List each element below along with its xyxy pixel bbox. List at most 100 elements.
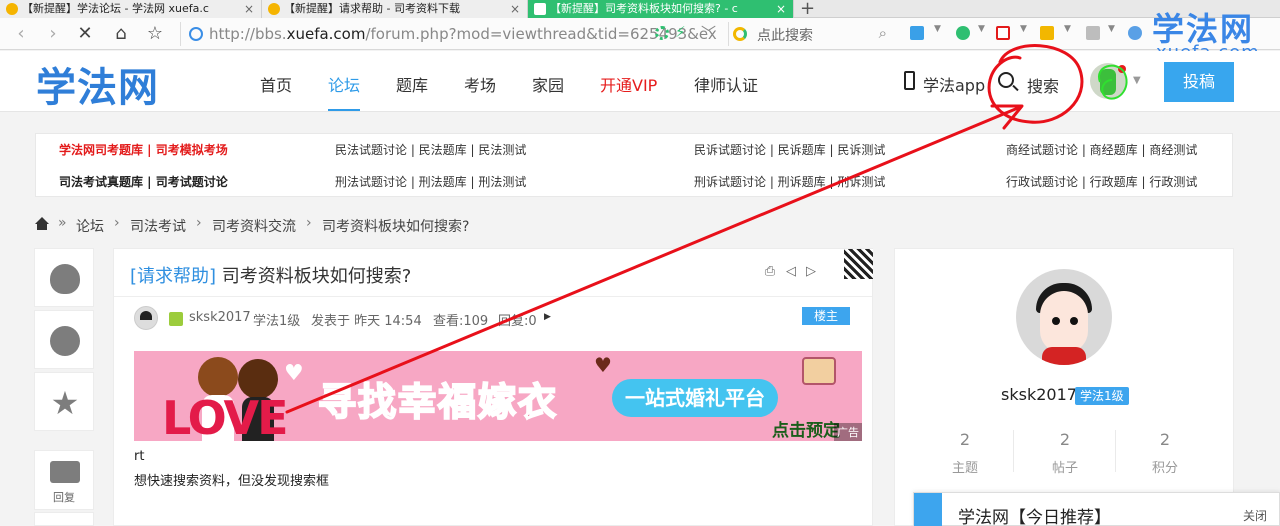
breadcrumb-forum[interactable]: 论坛 (76, 216, 104, 236)
link-administrative-law[interactable]: 行政试题讨论 | 行政题库 | 行政测试 (1006, 173, 1197, 190)
next-thread-icon[interactable]: ▷ (804, 265, 818, 279)
author-avatar[interactable] (134, 306, 158, 330)
chevron-down-icon[interactable]: ▼ (1020, 24, 1027, 34)
breadcrumb-separator: › (196, 215, 202, 231)
site-header: 学法网 首页 论坛 题库 考场 家园 开通VIP 律师认证 学法app 搜索 ▼… (0, 51, 1280, 112)
browser-tab-3[interactable]: 【新提醒】司考资料板块如何搜索? - c × (528, 0, 794, 18)
chevron-down-icon[interactable]: ▼ (978, 24, 985, 34)
reply-count: 回复:0 (498, 314, 537, 329)
nav-exam-room[interactable]: 考场 (464, 72, 496, 96)
ad-slogan: 寻找幸福嫁衣 (317, 379, 559, 425)
lightning-icon[interactable]: ⚡ (675, 23, 686, 41)
post-title-text: 司考资料板块如何搜索? (221, 266, 412, 287)
tab-label: 【新提醒】请求帮助 - 司考资料下载 (284, 2, 460, 15)
recommend-stripe (914, 493, 942, 526)
nav-community[interactable]: 家园 (532, 72, 564, 96)
link-exam-bank[interactable]: 学法网司考题库 | 司考模拟考场 (59, 141, 228, 158)
close-tab-icon[interactable]: × (244, 0, 254, 18)
browser-tab-1[interactable]: 【新提醒】学法论坛 - 学法网 xuefa.c × (0, 0, 262, 18)
browser-search-box[interactable]: 点此搜索 ⌕ (728, 22, 893, 46)
tools-icon[interactable] (1040, 26, 1054, 40)
forward-icon[interactable]: › (42, 23, 64, 45)
profile-avatar[interactable] (1016, 269, 1112, 365)
share-moments[interactable] (34, 310, 94, 369)
reply-label: 回复 (53, 491, 75, 504)
share-favorite[interactable]: ★ (34, 372, 94, 431)
link-real-exam[interactable]: 司法考试真题库 | 司考试题讨论 (59, 173, 228, 190)
stat-posts-label: 帖子 (1051, 461, 1078, 476)
url-text[interactable]: http://bbs.xuefa.com/forum.php?mod=viewt… (209, 25, 717, 43)
stop-icon[interactable]: ✕ (74, 23, 96, 45)
recommend-title: 学法网【今日推荐】 (958, 508, 1111, 526)
expand-arrow-icon[interactable]: ▶ (544, 312, 551, 322)
post-category-tag[interactable]: [请求帮助] (130, 266, 216, 287)
shield-icon[interactable] (956, 26, 970, 40)
stat-points-value[interactable]: 2 (1135, 430, 1195, 449)
breadcrumb-separator: › (114, 215, 120, 231)
profile-level-badge: 学法1级 (1075, 387, 1129, 405)
phone-icon[interactable] (904, 71, 915, 90)
chevron-down-icon[interactable]: ▼ (1133, 75, 1141, 86)
chevron-down-icon[interactable]: ▼ (934, 24, 941, 34)
profile-name[interactable]: sksk2017 (1001, 385, 1077, 404)
image-icon[interactable] (1086, 26, 1100, 40)
site-logo[interactable]: 学法网 (36, 55, 159, 113)
qr-code-icon[interactable] (844, 249, 873, 279)
speed-icon[interactable] (655, 26, 669, 40)
heart-icon: ♥ (594, 353, 612, 377)
heart-icon: ♥ (284, 361, 304, 386)
close-button[interactable]: 关闭 (1243, 507, 1267, 524)
address-bar[interactable]: http://bbs.xuefa.com/forum.php?mod=viewt… (180, 22, 720, 46)
search-icon[interactable] (998, 72, 1014, 88)
stat-threads-value[interactable]: 2 (935, 430, 995, 449)
link-criminal-procedure[interactable]: 刑诉试题讨论 | 刑诉题库 | 刑诉测试 (694, 173, 885, 190)
print-icon[interactable]: ⎙ (763, 265, 777, 279)
comment-icon (50, 461, 80, 483)
close-tab-icon[interactable]: × (776, 0, 786, 18)
nav-home[interactable]: 首页 (260, 72, 292, 96)
daily-recommend-popup: 学法网【今日推荐】 关闭 (913, 492, 1280, 526)
link-civil-procedure[interactable]: 民诉试题讨论 | 民诉题库 | 民诉测试 (694, 141, 885, 158)
browser-tab-bar: 【新提醒】学法论坛 - 学法网 xuefa.c × 【新提醒】请求帮助 - 司考… (0, 0, 1280, 19)
chevron-down-icon[interactable]: ▼ (1064, 24, 1071, 34)
wedding-ad-banner[interactable]: LOVE ♥ ♥ 寻找幸福嫁衣 一站式婚礼平台 点击预定 广告 (134, 351, 862, 441)
dropdown-chevron-icon[interactable]: ﹀ (701, 22, 716, 43)
level-icon (169, 312, 183, 326)
browser-toolbar: ‹ › ✕ ⌂ ☆ http://bbs.xuefa.com/forum.php… (0, 18, 1280, 50)
search-link[interactable]: 搜索 (1027, 73, 1059, 97)
breadcrumb-separator: » (58, 215, 67, 231)
nav-lawyer-cert[interactable]: 律师认证 (694, 72, 758, 96)
author-name[interactable]: sksk2017 (189, 310, 251, 325)
translate-icon[interactable] (996, 26, 1010, 40)
browser-tab-2[interactable]: 【新提醒】请求帮助 - 司考资料下载 × (262, 0, 528, 18)
app-link[interactable]: 学法app (923, 72, 985, 96)
breadcrumb-materials[interactable]: 司考资料交流 (212, 216, 296, 236)
search-icon[interactable]: ⌕ (879, 24, 887, 42)
ad-cta[interactable]: 点击预定 (772, 416, 840, 441)
post-body-line: 想快速搜索资料，但没发现搜索框 (134, 474, 330, 489)
link-commercial-law[interactable]: 商经试题讨论 | 商经题库 | 商经测试 (1006, 141, 1197, 158)
breadcrumb-judicial-exam[interactable]: 司法考试 (130, 216, 186, 236)
back-icon[interactable]: ‹ (10, 23, 32, 45)
find-icon[interactable] (1128, 26, 1142, 40)
previous-thread-icon[interactable]: ◁ (784, 265, 798, 279)
nav-question-bank[interactable]: 题库 (396, 72, 428, 96)
home-icon[interactable]: ⌂ (110, 23, 132, 45)
post-button[interactable]: 投稿 (1164, 62, 1234, 102)
nav-vip[interactable]: 开通VIP (600, 72, 657, 96)
share-weibo[interactable] (34, 248, 94, 307)
apps-grid-icon[interactable] (910, 26, 924, 40)
chevron-down-icon[interactable]: ▼ (1108, 24, 1115, 34)
link-criminal-law[interactable]: 刑法试题讨论 | 刑法题库 | 刑法测试 (335, 173, 526, 190)
nav-forum[interactable]: 论坛 (328, 72, 361, 111)
favorite-star-icon[interactable]: ☆ (144, 23, 166, 45)
share-more[interactable] (34, 512, 94, 526)
new-tab-button[interactable]: + (800, 0, 815, 19)
close-tab-icon[interactable]: × (510, 0, 520, 18)
link-civil-law[interactable]: 民法试题讨论 | 民法题库 | 民法测试 (335, 141, 526, 158)
reply-shortcut[interactable]: 回复 (34, 450, 94, 510)
stat-posts-value[interactable]: 2 (1035, 430, 1095, 449)
post-body-line: rt (134, 449, 145, 464)
breadcrumb-current[interactable]: 司考资料板块如何搜索? (322, 216, 469, 236)
home-icon[interactable] (35, 217, 49, 230)
